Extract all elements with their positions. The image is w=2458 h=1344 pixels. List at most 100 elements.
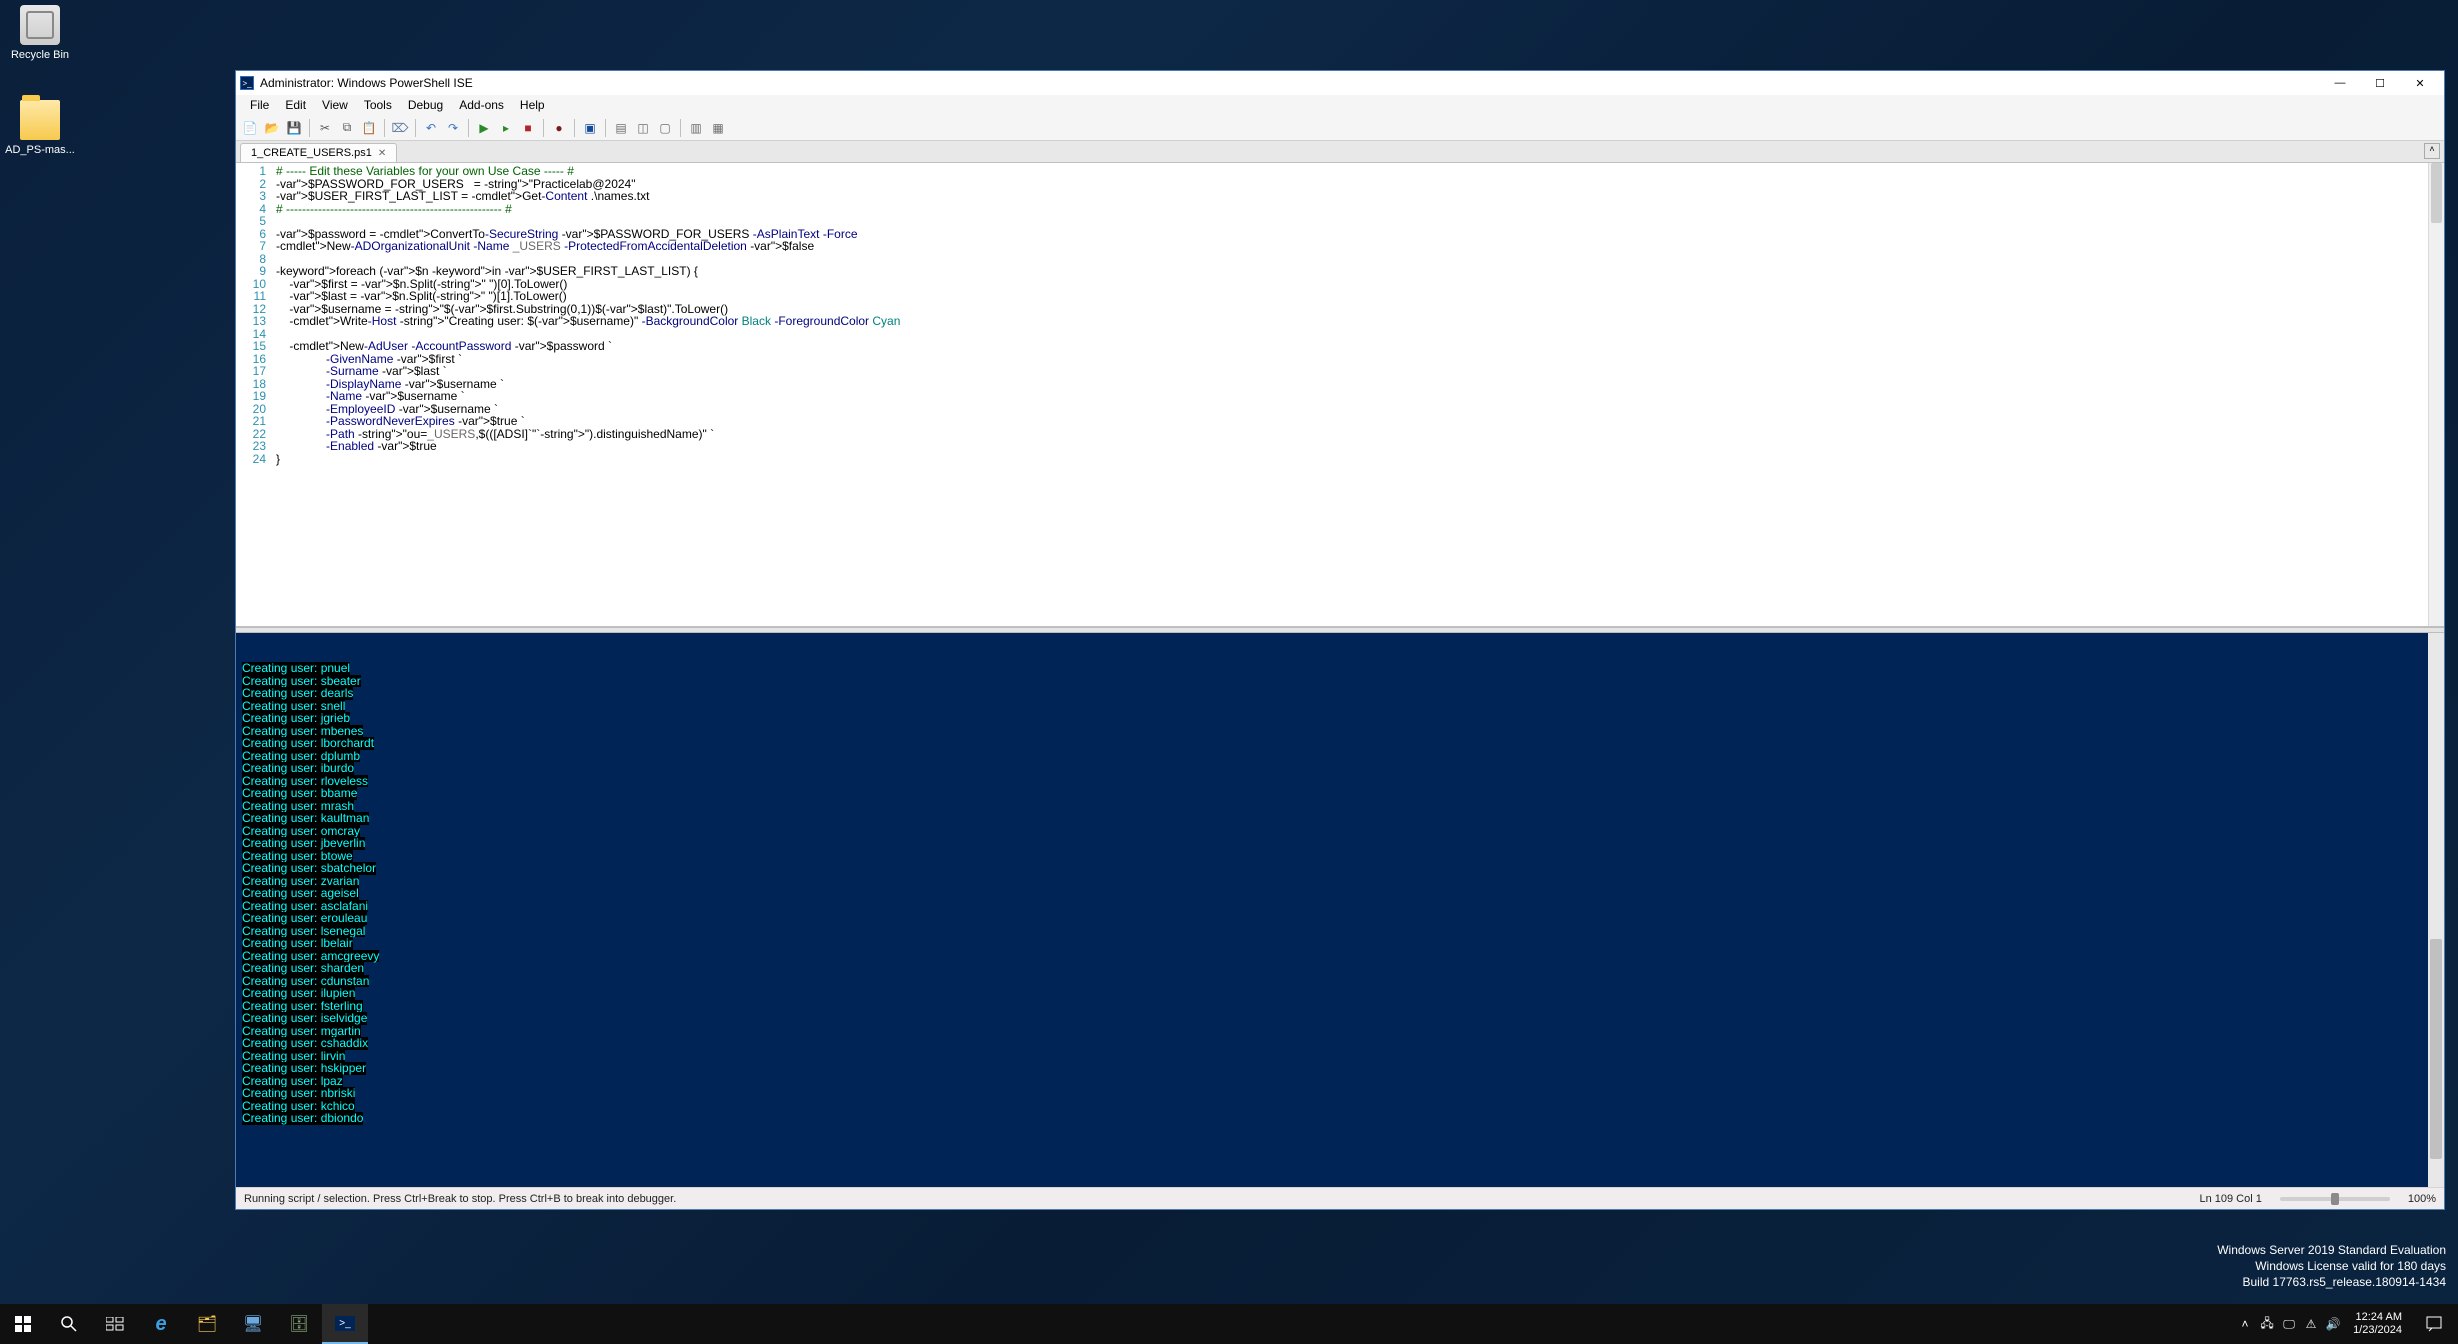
breakpoint-button[interactable]: ● bbox=[549, 118, 569, 138]
separator bbox=[415, 119, 416, 137]
start-button[interactable] bbox=[0, 1304, 46, 1344]
watermark-line1: Windows Server 2019 Standard Evaluation bbox=[2217, 1242, 2446, 1258]
zoom-value: 100% bbox=[2408, 1193, 2436, 1205]
statusbar: Running script / selection. Press Ctrl+B… bbox=[236, 1187, 2444, 1209]
new-file-button[interactable]: 📄 bbox=[240, 118, 260, 138]
run-selection-button[interactable]: ▸ bbox=[496, 118, 516, 138]
script-editor-pane[interactable]: 1 2 3 4 5 6 7 8 9 10 11 12 13 14 15 16 1… bbox=[236, 163, 2444, 627]
search-icon bbox=[61, 1316, 77, 1332]
task-view-button[interactable] bbox=[92, 1304, 138, 1344]
taskbar-powershell-ise-button[interactable]: >_ bbox=[322, 1304, 368, 1344]
script-tab[interactable]: 1_CREATE_USERS.ps1 ✕ bbox=[240, 143, 397, 162]
clock-date: 1/23/2024 bbox=[2353, 1324, 2402, 1337]
menu-tools[interactable]: Tools bbox=[356, 96, 400, 114]
taskbar: e 🗂 🖥 🗄 >_ ˄ 🖧 🖵 ⚠ 🔊 12:24 AM 1/23/2024 bbox=[0, 1304, 2458, 1344]
watermark-line2: Windows License valid for 180 days bbox=[2217, 1258, 2446, 1274]
script-tab-strip: 1_CREATE_USERS.ps1 ✕ ˄ bbox=[236, 141, 2444, 163]
layout-side-button[interactable]: ◫ bbox=[633, 118, 653, 138]
cut-button[interactable]: ✂ bbox=[315, 118, 335, 138]
clear-button[interactable]: ⌦ bbox=[390, 118, 410, 138]
activation-watermark: Windows Server 2019 Standard Evaluation … bbox=[2217, 1242, 2446, 1290]
stop-button[interactable]: ■ bbox=[518, 118, 538, 138]
powershell-ise-window: >_ Administrator: Windows PowerShell ISE… bbox=[235, 70, 2445, 1210]
status-text: Running script / selection. Press Ctrl+B… bbox=[244, 1193, 676, 1205]
folder-icon bbox=[20, 100, 60, 140]
windows-icon bbox=[15, 1316, 31, 1332]
menu-edit[interactable]: Edit bbox=[277, 96, 314, 114]
tab-close-icon[interactable]: ✕ bbox=[378, 148, 386, 159]
scrollbar-thumb[interactable] bbox=[2430, 939, 2442, 1159]
separator bbox=[543, 119, 544, 137]
tray-volume-icon[interactable]: 🔊 bbox=[2323, 1304, 2343, 1344]
separator bbox=[680, 119, 681, 137]
powershell-icon: >_ bbox=[240, 76, 254, 90]
ie-icon: e bbox=[155, 1313, 166, 1336]
show-command-addon-button[interactable]: ▦ bbox=[708, 118, 728, 138]
taskbar-ie-button[interactable]: e bbox=[138, 1304, 184, 1344]
search-button[interactable] bbox=[46, 1304, 92, 1344]
scrollbar-thumb[interactable] bbox=[2431, 163, 2442, 223]
folder-label: AD_PS-mas... bbox=[5, 144, 75, 156]
powershell-tab-button[interactable]: ▣ bbox=[580, 118, 600, 138]
tray-chevron-icon[interactable]: ˄ bbox=[2235, 1304, 2255, 1344]
taskbar-explorer-button[interactable]: 🗂 bbox=[184, 1304, 230, 1344]
script-code-area[interactable]: # ----- Edit these Variables for your ow… bbox=[272, 163, 2444, 626]
show-command-button[interactable]: ▥ bbox=[686, 118, 706, 138]
cursor-position: Ln 109 Col 1 bbox=[2199, 1193, 2261, 1205]
console-pane-wrapper: Creating user: pnuelCreating user: sbeat… bbox=[236, 633, 2444, 1187]
tray-shield-icon[interactable]: ⚠ bbox=[2301, 1304, 2321, 1344]
zoom-slider[interactable] bbox=[2280, 1197, 2390, 1201]
open-file-button[interactable]: 📂 bbox=[262, 118, 282, 138]
recycle-bin-label: Recycle Bin bbox=[5, 49, 75, 61]
menu-view[interactable]: View bbox=[314, 96, 356, 114]
minimize-button[interactable]: — bbox=[2320, 72, 2360, 94]
script-scrollbar[interactable] bbox=[2428, 163, 2444, 626]
redo-button[interactable]: ↷ bbox=[443, 118, 463, 138]
line-number-gutter: 1 2 3 4 5 6 7 8 9 10 11 12 13 14 15 16 1… bbox=[236, 163, 272, 626]
separator bbox=[384, 119, 385, 137]
undo-button[interactable]: ↶ bbox=[421, 118, 441, 138]
recycle-bin-icon bbox=[20, 5, 60, 45]
powershell-icon: >_ bbox=[335, 1316, 354, 1331]
menu-addons[interactable]: Add-ons bbox=[451, 96, 512, 114]
script-tab-label: 1_CREATE_USERS.ps1 bbox=[251, 147, 372, 159]
task-view-icon bbox=[106, 1317, 124, 1331]
separator bbox=[468, 119, 469, 137]
desktop-icon-recycle-bin[interactable]: Recycle Bin bbox=[5, 5, 75, 61]
copy-button[interactable]: ⧉ bbox=[337, 118, 357, 138]
titlebar[interactable]: >_ Administrator: Windows PowerShell ISE… bbox=[236, 71, 2444, 95]
console-output-pane[interactable]: Creating user: pnuelCreating user: sbeat… bbox=[236, 633, 2444, 1187]
console-scrollbar[interactable] bbox=[2428, 633, 2444, 1187]
clock-time: 12:24 AM bbox=[2353, 1311, 2402, 1324]
notification-center-button[interactable] bbox=[2412, 1304, 2456, 1344]
toolbar: 📄 📂 💾 ✂ ⧉ 📋 ⌦ ↶ ↷ ▶ ▸ ■ ● ▣ ▤ ◫ ▢ ▥ ▦ bbox=[236, 115, 2444, 141]
window-title: Administrator: Windows PowerShell ISE bbox=[260, 76, 473, 90]
system-tray: ˄ 🖧 🖵 ⚠ 🔊 12:24 AM 1/23/2024 bbox=[2235, 1304, 2458, 1344]
menubar: File Edit View Tools Debug Add-ons Help bbox=[236, 95, 2444, 115]
notification-icon bbox=[2426, 1316, 2442, 1332]
watermark-line3: Build 17763.rs5_release.180914-1434 bbox=[2217, 1274, 2446, 1290]
zoom-thumb[interactable] bbox=[2331, 1193, 2339, 1205]
menu-debug[interactable]: Debug bbox=[400, 96, 451, 114]
separator bbox=[574, 119, 575, 137]
separator bbox=[605, 119, 606, 137]
separator bbox=[309, 119, 310, 137]
taskbar-app-button[interactable]: 🖥 bbox=[230, 1304, 276, 1344]
save-button[interactable]: 💾 bbox=[284, 118, 304, 138]
explorer-icon: 🗂 bbox=[197, 1314, 217, 1334]
maximize-button[interactable]: ☐ bbox=[2360, 72, 2400, 94]
taskbar-clock[interactable]: 12:24 AM 1/23/2024 bbox=[2345, 1311, 2410, 1337]
run-script-button[interactable]: ▶ bbox=[474, 118, 494, 138]
taskbar-server-manager-button[interactable]: 🗄 bbox=[276, 1304, 322, 1344]
menu-help[interactable]: Help bbox=[512, 96, 553, 114]
tray-network-icon[interactable]: 🖧 bbox=[2257, 1304, 2277, 1344]
tray-monitor-icon[interactable]: 🖵 bbox=[2279, 1304, 2299, 1344]
close-button[interactable]: ✕ bbox=[2400, 72, 2440, 94]
collapse-script-pane-button[interactable]: ˄ bbox=[2424, 143, 2440, 159]
paste-button[interactable]: 📋 bbox=[359, 118, 379, 138]
layout-script-top-button[interactable]: ▤ bbox=[611, 118, 631, 138]
menu-file[interactable]: File bbox=[242, 96, 277, 114]
desktop-icon-folder[interactable]: AD_PS-mas... bbox=[5, 100, 75, 156]
layout-max-button[interactable]: ▢ bbox=[655, 118, 675, 138]
app-icon: 🖥 bbox=[243, 1314, 263, 1334]
